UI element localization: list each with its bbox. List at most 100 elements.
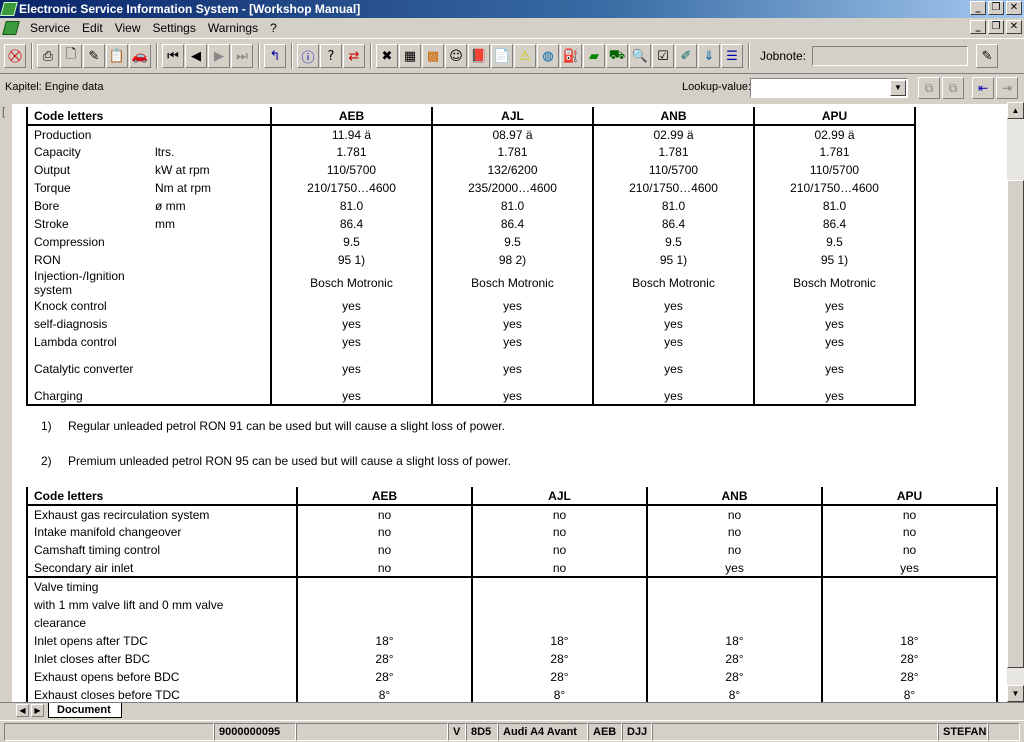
download-icon[interactable]: ⇓ xyxy=(698,44,720,68)
last-page-icon[interactable]: ⏭ xyxy=(231,44,253,68)
document-menu-icon[interactable] xyxy=(2,20,20,35)
row-label: Compression xyxy=(34,235,105,249)
menu-warnings[interactable]: Warnings xyxy=(202,21,264,35)
scroll-down-icon[interactable]: ▼ xyxy=(1007,685,1024,702)
row-label: Exhaust opens before BDC xyxy=(34,670,180,684)
new-document-icon[interactable]: 🗋 xyxy=(60,44,82,68)
table-row: Output kW at rpm 110/5700 132/6200 110/5700 1… xyxy=(27,161,915,179)
chevron-down-icon[interactable]: ▼ xyxy=(890,80,906,96)
person-icon[interactable]: ☺ xyxy=(445,44,467,68)
table-cell: no xyxy=(821,505,997,523)
exit-icon[interactable]: ⛒ xyxy=(4,44,26,68)
row-unit xyxy=(149,297,271,315)
previous-page-icon[interactable]: ◀ xyxy=(185,44,207,68)
row-label: Inlet closes after BDC xyxy=(34,652,151,666)
mdi-restore-button[interactable]: ❐ xyxy=(988,20,1004,34)
jobnote-edit-icon[interactable]: ✎ xyxy=(976,44,999,68)
menu-edit[interactable]: Edit xyxy=(76,21,109,35)
status-number: 9000000095 xyxy=(214,723,296,741)
cross-icon[interactable]: ✖ xyxy=(376,44,398,68)
manual-icon[interactable]: ▰ xyxy=(583,44,605,68)
tab-document[interactable]: Document xyxy=(48,703,122,718)
header-aeb: AEB xyxy=(270,107,432,126)
lookup-back-icon[interactable]: ⧉ xyxy=(942,77,964,99)
table-cell: 1.781 xyxy=(270,143,432,161)
table-cell: no xyxy=(471,559,647,577)
table-cell: 1.781 xyxy=(592,143,754,161)
warning-icon[interactable]: ⚠ xyxy=(514,44,536,68)
row-unit xyxy=(149,269,271,297)
menu-settings[interactable]: Settings xyxy=(147,21,202,35)
back-icon[interactable]: ↰ xyxy=(264,44,286,68)
table-cell: 110/5700 xyxy=(753,161,915,179)
table-row: Charging yes yes yes yes xyxy=(27,387,915,405)
calculator-icon[interactable]: ▦ xyxy=(399,44,421,68)
grid-icon[interactable]: ▩ xyxy=(422,44,444,68)
row-unit xyxy=(149,333,271,351)
table-cell: 28° xyxy=(296,668,472,686)
menu-view[interactable]: View xyxy=(109,21,147,35)
car-side-icon[interactable]: ⛟ xyxy=(606,44,628,68)
first-page-icon[interactable]: ⏮ xyxy=(162,44,184,68)
clipboard-icon[interactable]: 📋 xyxy=(106,44,128,68)
footnote-text: Regular unleaded petrol RON 91 can be us… xyxy=(68,419,505,433)
table-cell: 81.0 xyxy=(753,197,915,215)
next-page-icon[interactable]: ▶ xyxy=(208,44,230,68)
row-label: Secondary air inlet xyxy=(34,560,134,575)
header-ajl: AJL xyxy=(431,107,593,126)
table-cell: 8° xyxy=(646,686,822,702)
search-vehicle-icon[interactable]: 🔍 xyxy=(629,44,651,68)
table-cell: 9.5 xyxy=(431,233,593,251)
tab-scroll-left-icon[interactable]: ◀ xyxy=(16,704,29,717)
mdi-close-button[interactable]: ✕ xyxy=(1006,20,1022,34)
menu-service[interactable]: Service xyxy=(24,21,76,35)
vertical-scrollbar[interactable]: ▲ ▼ xyxy=(1007,102,1024,702)
scroll-thumb[interactable] xyxy=(1007,180,1024,668)
insert-right-icon[interactable]: ⇥ xyxy=(996,77,1018,99)
row-unit xyxy=(149,251,271,269)
row-label: Camshaft timing control xyxy=(34,543,161,557)
restore-button[interactable]: ❐ xyxy=(988,1,1004,15)
table-cell: yes xyxy=(431,315,593,333)
lookup-value-select[interactable]: ▼ xyxy=(750,78,908,98)
table-cell xyxy=(821,576,997,632)
jobnote-field[interactable] xyxy=(812,46,969,66)
header-apu: APU xyxy=(821,487,997,506)
close-button[interactable]: ✕ xyxy=(1006,1,1022,15)
lookup-forward-icon[interactable]: ⧉ xyxy=(918,77,940,99)
table-cell: 11.94 ä xyxy=(270,125,432,143)
minimize-button[interactable]: _ xyxy=(970,1,986,15)
notes-icon[interactable]: 📄 xyxy=(491,44,513,68)
status-bar: 9000000095 V 8D5 Audi A4 Avant AEB DJJ S… xyxy=(0,720,1024,742)
globe-icon[interactable]: ◍ xyxy=(537,44,559,68)
stack-icon[interactable]: ☰ xyxy=(721,44,743,68)
swap-icon[interactable]: ⇄ xyxy=(343,44,365,68)
header-anb: ANB xyxy=(646,487,822,506)
table-cell: 28° xyxy=(646,650,822,668)
row-label: Stroke xyxy=(34,217,69,231)
scroll-up-icon[interactable]: ▲ xyxy=(1007,102,1024,119)
tab-scroll-right-icon[interactable]: ▶ xyxy=(31,704,44,717)
table-row: Compression 9.5 9.5 9.5 9.5 xyxy=(27,233,915,251)
table-cell: yes xyxy=(592,351,754,387)
tank-icon[interactable]: ⛽ xyxy=(560,44,582,68)
edit-document-icon[interactable]: ✎ xyxy=(83,44,105,68)
lookup-label: Lookup-value: xyxy=(682,81,752,93)
table-cell: no xyxy=(821,541,997,559)
table-cell xyxy=(296,576,472,632)
vehicle-icon[interactable]: 🚗 xyxy=(129,44,151,68)
insert-left-icon[interactable]: ⇤ xyxy=(972,77,994,99)
help-icon[interactable]: ? xyxy=(320,44,342,68)
book-icon[interactable]: 📕 xyxy=(468,44,490,68)
mdi-minimize-button[interactable]: _ xyxy=(970,20,986,34)
table-cell: 86.4 xyxy=(431,215,593,233)
print-icon[interactable]: ⎙ xyxy=(37,44,59,68)
table-cell: yes xyxy=(592,315,754,333)
checklist-icon[interactable]: ☑ xyxy=(652,44,674,68)
info-icon[interactable]: ⓘ xyxy=(297,44,319,68)
repair-icon[interactable]: ✐ xyxy=(675,44,697,68)
row-unit xyxy=(149,351,271,387)
menu-help[interactable]: ? xyxy=(264,21,283,35)
table-cell: 95 1) xyxy=(270,251,432,269)
table-row: Inlet opens after TDC 18° 18° 18° 18° xyxy=(27,632,997,650)
